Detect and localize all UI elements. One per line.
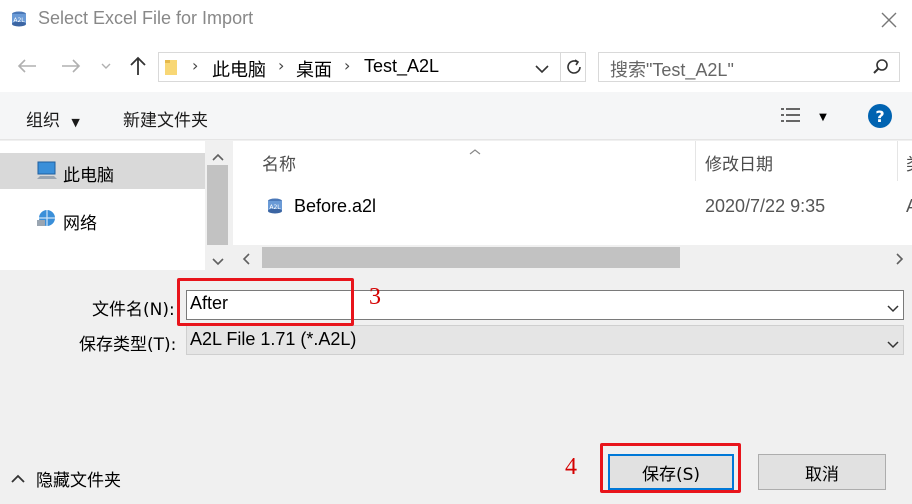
a2l-app-icon: A2L — [10, 10, 28, 28]
nav-item-network[interactable] — [0, 200, 205, 236]
folder-icon — [164, 58, 178, 76]
column-divider[interactable] — [695, 141, 696, 181]
forward-button[interactable] — [56, 52, 86, 80]
recent-locations-button[interactable] — [96, 52, 116, 80]
chevron-down-icon — [887, 305, 899, 313]
address-dropdown-button[interactable] — [534, 60, 550, 79]
chevron-down-icon — [101, 63, 111, 69]
organize-label: 组织 — [26, 111, 60, 131]
breadcrumb-desktop[interactable]: 桌面 — [296, 56, 332, 82]
search-icon[interactable] — [872, 58, 890, 80]
column-header-name[interactable]: 名称 — [262, 150, 296, 175]
column-divider[interactable] — [897, 141, 898, 181]
details-view-icon — [781, 108, 800, 122]
filetype-value: A2L File 1.71 (*.A2L) — [190, 329, 357, 349]
breadcrumb-chevron-icon[interactable]: › — [344, 56, 350, 75]
a2l-file-icon: A2L — [266, 197, 284, 219]
file-type: A — [906, 196, 912, 217]
view-options-button[interactable]: ▼ — [780, 106, 827, 128]
column-header-date[interactable]: 修改日期 — [705, 150, 773, 175]
breadcrumb-chevron-icon[interactable]: › — [278, 56, 284, 75]
filename-label: 文件名(N): — [92, 300, 175, 320]
hide-folders-button[interactable]: 隐藏文件夹 — [10, 466, 121, 491]
annotation-number-4: 4 — [565, 454, 577, 480]
chevron-down-icon — [535, 65, 549, 74]
close-button[interactable] — [874, 6, 904, 34]
caret-down-icon: ▼ — [819, 112, 827, 123]
filename-dropdown-button[interactable] — [886, 299, 900, 318]
scroll-down-icon[interactable] — [211, 252, 225, 271]
arrow-left-icon — [17, 59, 36, 73]
annotation-box-filename — [177, 278, 354, 326]
svg-text:A2L: A2L — [13, 17, 25, 24]
nav-scroll-thumb[interactable] — [207, 165, 228, 245]
organize-button[interactable]: 组织 ▼ — [26, 106, 80, 131]
refresh-button[interactable] — [560, 52, 586, 82]
caret-down-icon: ▼ — [71, 116, 80, 129]
arrow-right-icon — [62, 59, 81, 73]
svg-text:A2L: A2L — [269, 204, 281, 211]
help-icon[interactable]: ? — [868, 104, 892, 128]
hide-folders-label: 隐藏文件夹 — [36, 471, 121, 491]
breadcrumb-chevron-icon[interactable]: › — [192, 56, 198, 75]
up-button[interactable] — [124, 52, 152, 80]
column-header-type[interactable]: 类 — [906, 150, 912, 175]
refresh-icon — [566, 59, 581, 74]
computer-icon — [36, 160, 58, 184]
arrow-up-icon — [130, 56, 146, 75]
scroll-left-icon[interactable] — [241, 251, 251, 270]
annotation-box-save — [600, 443, 741, 493]
chevron-down-icon — [887, 341, 899, 349]
file-modified-date: 2020/7/22 9:35 — [705, 196, 826, 216]
search-placeholder: 搜索"Test_A2L" — [610, 60, 734, 80]
chevron-up-icon — [11, 474, 25, 483]
filetype-label: 保存类型(T): — [79, 335, 177, 355]
scroll-right-icon[interactable] — [895, 251, 905, 270]
scroll-up-icon[interactable] — [211, 147, 225, 166]
nav-item-label: 此电脑 — [63, 166, 114, 186]
file-name: Before.a2l — [294, 196, 377, 216]
breadcrumb-test-a2l[interactable]: Test_A2L — [364, 56, 439, 77]
back-button[interactable] — [12, 52, 42, 80]
breadcrumb-this-pc[interactable]: 此电脑 — [212, 56, 266, 82]
window-title: Select Excel File for Import — [38, 8, 254, 28]
nav-item-label: 网络 — [63, 214, 97, 234]
annotation-number-3: 3 — [369, 284, 381, 310]
new-folder-button[interactable]: 新建文件夹 — [123, 106, 208, 131]
cancel-button[interactable]: 取消 — [758, 454, 886, 490]
close-icon — [881, 12, 897, 28]
sort-ascending-icon — [468, 141, 482, 160]
file-list-scroll-thumb[interactable] — [262, 247, 680, 268]
filetype-dropdown-button[interactable] — [886, 335, 900, 354]
